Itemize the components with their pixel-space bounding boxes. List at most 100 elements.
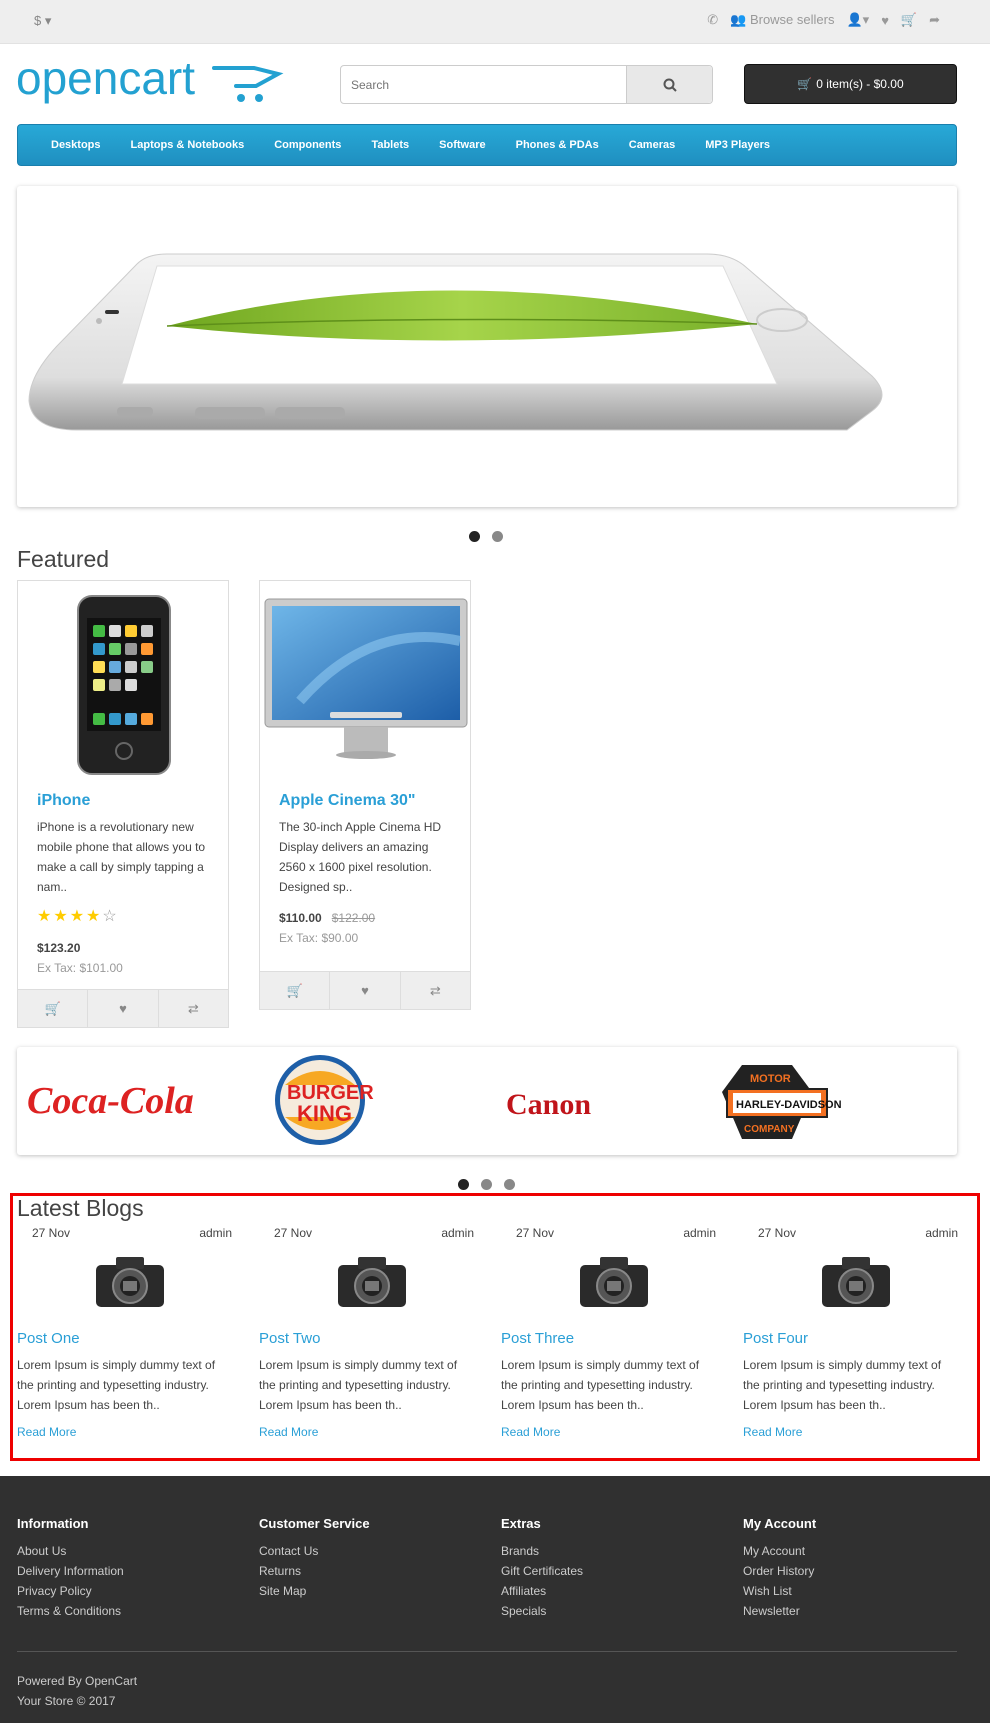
exchange-icon: ⇄ (187, 1000, 199, 1016)
post-date: 27 Nov (32, 1226, 71, 1240)
product-card: Apple Cinema 30" The 30-inch Apple Cinem… (259, 580, 471, 1010)
post-author: admin (441, 1226, 474, 1240)
footer-link[interactable]: Terms & Conditions (17, 1601, 237, 1621)
post-title[interactable]: Post Two (259, 1330, 484, 1347)
slide-dot-2[interactable] (492, 531, 503, 542)
product-description: iPhone is a revolutionary new mobile pho… (37, 820, 206, 894)
footer-link[interactable]: Order History (743, 1561, 963, 1581)
product-image-apple-cinema[interactable] (260, 581, 470, 781)
footer-link[interactable]: My Account (743, 1541, 963, 1561)
footer-heading: Customer Service (259, 1516, 370, 1531)
heart-icon: ♥ (361, 983, 369, 998)
currency-dropdown[interactable]: $ ▾ (34, 13, 51, 29)
post-image-camera[interactable] (259, 1248, 484, 1314)
cart-icon[interactable]: 🛒 (901, 12, 917, 28)
account-icon[interactable]: 👤▾ (846, 12, 869, 28)
blog-post: 27 Nov admin Post Two Lorem Ipsum is simp… (259, 1226, 484, 1439)
product-image-iphone[interactable] (18, 581, 228, 781)
brand-dot-1[interactable] (458, 1179, 469, 1190)
menu-item-mp3[interactable]: MP3 Players (690, 139, 785, 151)
brand-dot-3[interactable] (504, 1179, 515, 1190)
add-to-wishlist-button[interactable]: ♥ (88, 990, 159, 1027)
cart-icon: 🛒 (44, 1000, 61, 1016)
menu-item-phones[interactable]: Phones & PDAs (501, 139, 614, 151)
browse-sellers-link[interactable]: 👥 Browse sellers (730, 12, 834, 28)
read-more-link[interactable]: Read More (743, 1425, 968, 1439)
cart-icon: 🛒 (797, 77, 813, 91)
slide-dot-1[interactable] (469, 531, 480, 542)
product-name[interactable]: iPhone (37, 792, 90, 810)
post-image-camera[interactable] (501, 1248, 726, 1314)
svg-text:KING: KING (297, 1101, 352, 1126)
footer-link[interactable]: Newsletter (743, 1601, 963, 1621)
product-old-price: $122.00 (331, 911, 376, 925)
footer-link[interactable]: Privacy Policy (17, 1581, 237, 1601)
top-links: ✆ 👥 Browse sellers 👤▾ ♥ 🛒 ➦ (707, 12, 940, 28)
read-more-link[interactable]: Read More (259, 1425, 484, 1439)
wishlist-icon[interactable]: ♥ (881, 13, 889, 28)
brand-logos: Coca-Cola BURGER KING Canon HARLEY-DAVID… (27, 1055, 842, 1145)
menu-item-software[interactable]: Software (424, 139, 500, 151)
exchange-icon: ⇄ (429, 982, 441, 998)
search-input[interactable] (341, 66, 627, 103)
banner-slideshow[interactable] (17, 186, 957, 507)
footer-link[interactable]: Brands (501, 1541, 721, 1561)
rating-stars: ★★★★☆ (37, 908, 119, 925)
menu-item-desktops[interactable]: Desktops (36, 139, 116, 151)
search-button[interactable] (626, 66, 712, 103)
logo-text: opencart (16, 56, 195, 104)
menu-item-laptops[interactable]: Laptops & Notebooks (116, 139, 260, 151)
compare-button[interactable]: ⇄ (401, 972, 470, 1009)
post-author: admin (683, 1226, 716, 1240)
top-bar: $ ▾ ✆ 👥 Browse sellers 👤▾ ♥ 🛒 ➦ (0, 0, 990, 44)
footer-column-extras: Extras Brands Gift Certificates Affiliat… (501, 1516, 721, 1621)
footer-heading: My Account (743, 1516, 817, 1531)
checkout-icon[interactable]: ➦ (929, 12, 940, 28)
read-more-link[interactable]: Read More (501, 1425, 726, 1439)
product-name[interactable]: Apple Cinema 30" (279, 792, 416, 810)
menu-item-cameras[interactable]: Cameras (614, 139, 690, 151)
post-excerpt: Lorem Ipsum is simply dummy text of the … (501, 1358, 700, 1412)
burger-king-logo: BURGER KING (275, 1055, 374, 1145)
footer-link[interactable]: Wish List (743, 1581, 963, 1601)
footer-link[interactable]: Affiliates (501, 1581, 721, 1601)
add-to-cart-button[interactable]: 🛒 (18, 990, 89, 1027)
latest-blogs-heading: Latest Blogs (17, 1195, 144, 1221)
post-excerpt: Lorem Ipsum is simply dummy text of the … (17, 1358, 216, 1412)
browse-sellers-label: Browse sellers (749, 12, 835, 27)
footer-link[interactable]: Delivery Information (17, 1561, 237, 1581)
heart-icon: ♥ (119, 1001, 127, 1016)
footer-heading: Extras (501, 1516, 541, 1531)
post-author: admin (199, 1226, 232, 1240)
footer-link[interactable]: About Us (17, 1541, 237, 1561)
post-image-camera[interactable] (743, 1248, 968, 1314)
footer-link[interactable]: Gift Certificates (501, 1561, 721, 1581)
post-title[interactable]: Post Four (743, 1330, 968, 1347)
post-title[interactable]: Post One (17, 1330, 242, 1347)
logo[interactable]: opencart (16, 52, 296, 116)
blog-post: 27 Nov admin Post One Lorem Ipsum is simp… (17, 1226, 242, 1439)
footer-link[interactable]: Returns (259, 1561, 479, 1581)
footer-link[interactable]: Specials (501, 1601, 721, 1621)
post-image-camera[interactable] (17, 1248, 242, 1314)
cart-button[interactable]: 🛒 0 item(s) - $0.00 (744, 64, 957, 104)
footer-link[interactable]: Contact Us (259, 1541, 479, 1561)
compare-button[interactable]: ⇄ (159, 990, 228, 1027)
footer-divider (17, 1651, 957, 1652)
brand-carousel[interactable]: Coca-Cola BURGER KING Canon HARLEY-DAVID… (17, 1047, 957, 1155)
read-more-link[interactable]: Read More (17, 1425, 242, 1439)
canon-logo: Canon (506, 1088, 591, 1121)
add-to-cart-button[interactable]: 🛒 (260, 972, 331, 1009)
post-title[interactable]: Post Three (501, 1330, 726, 1347)
menu-item-tablets[interactable]: Tablets (356, 139, 424, 151)
svg-text:HARLEY-DAVIDSON: HARLEY-DAVIDSON (736, 1099, 842, 1111)
add-to-wishlist-button[interactable]: ♥ (330, 972, 401, 1009)
footer: Information About Us Delivery Informatio… (0, 1476, 990, 1723)
phone-icon[interactable]: ✆ (707, 12, 718, 28)
svg-text:COMPANY: COMPANY (744, 1124, 795, 1135)
opencart-link[interactable]: OpenCart (85, 1674, 137, 1688)
harley-davidson-logo: HARLEY-DAVIDSON MOTOR COMPANY (722, 1065, 842, 1139)
menu-item-components[interactable]: Components (259, 139, 356, 151)
footer-link[interactable]: Site Map (259, 1581, 479, 1601)
brand-dot-2[interactable] (481, 1179, 492, 1190)
